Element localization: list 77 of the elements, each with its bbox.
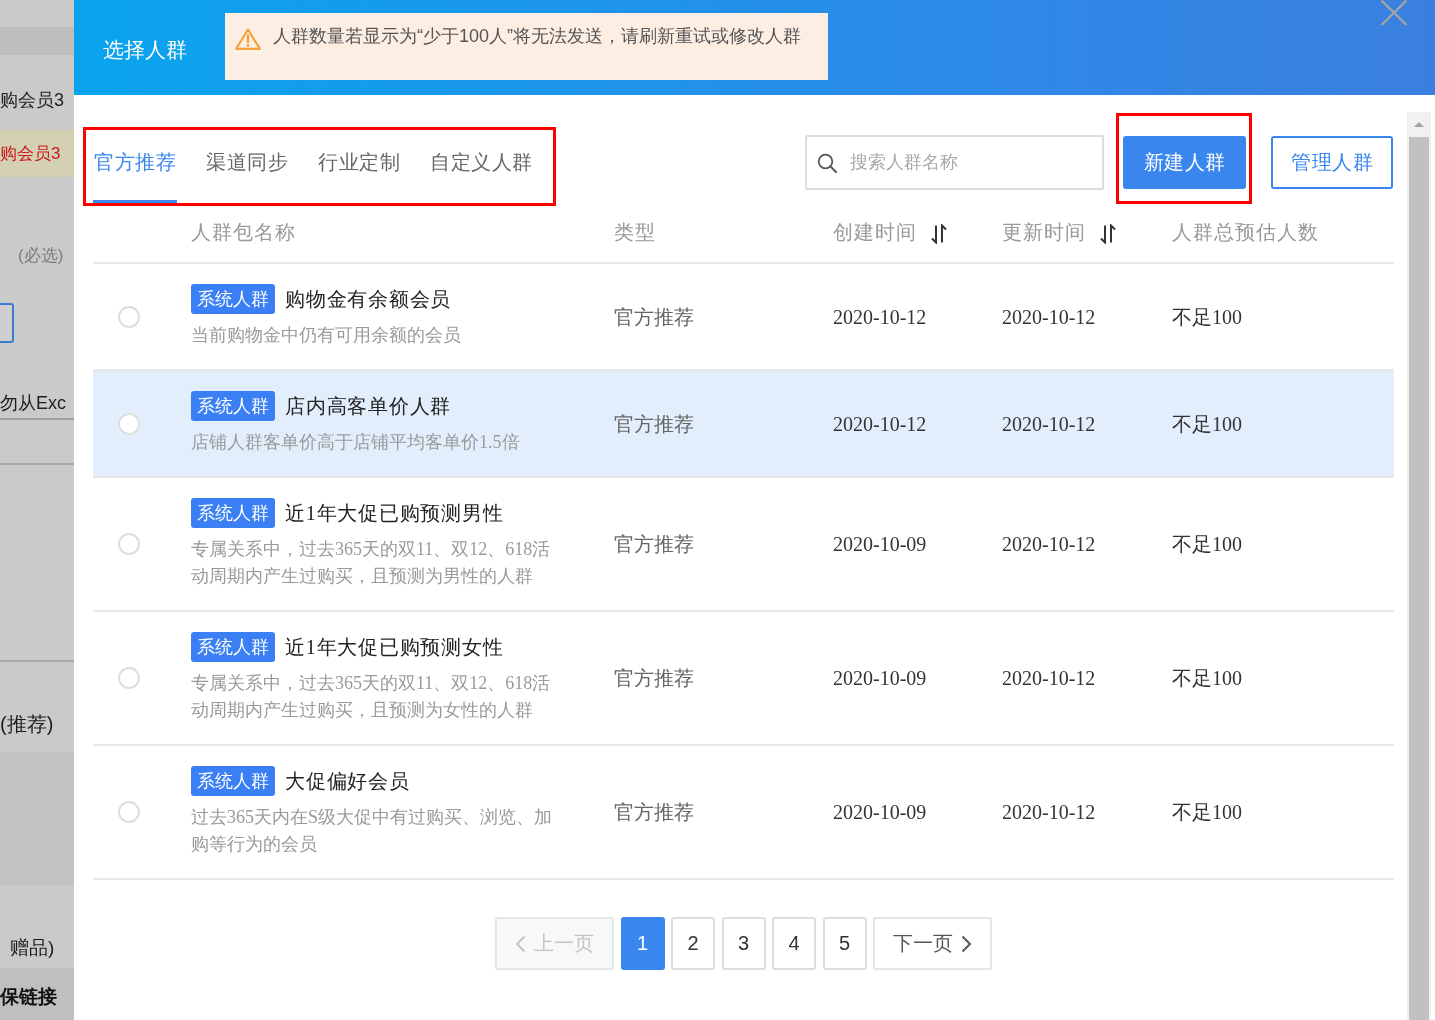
type-text: 官方推荐 [614, 800, 694, 825]
chevron-left-icon [515, 934, 526, 953]
audience-name: 购物金有余额会员 [285, 286, 451, 312]
tab[interactable]: 渠道同步 [205, 130, 289, 203]
radio-button[interactable] [118, 533, 140, 555]
updated-date: 2020-10-12 [1002, 666, 1096, 691]
radio-button[interactable] [118, 801, 140, 823]
category-tag: 系统人群 [191, 632, 275, 662]
type-text: 官方推荐 [614, 411, 694, 437]
created-date: 2020-10-09 [833, 666, 927, 691]
radio-button[interactable] [118, 305, 140, 328]
table-row[interactable]: 系统人群 店内高客单价人群 店铺人群客单价高于店铺平均客单价1.5倍 官方推荐 2020-10-12 2020-10-12 不足100 [93, 371, 1394, 478]
estimated-count: 不足100 [1172, 532, 1242, 557]
category-tag: 系统人群 [191, 498, 275, 528]
type-text: 官方推荐 [614, 304, 694, 330]
background-bold-bar: 保链接 [0, 968, 74, 1020]
estimated-count: 不足100 [1172, 800, 1242, 825]
page-button[interactable]: 5 [822, 917, 867, 970]
audience-name: 近1年大促已购预测女性 [285, 634, 504, 660]
background-text: 购会员3 [0, 89, 64, 112]
audience-description: 店铺人群客单价高于店铺平均客单价1.5倍 [191, 431, 521, 454]
estimated-count: 不足100 [1172, 304, 1242, 330]
page-button[interactable]: 4 [772, 917, 816, 970]
chevron-right-icon [961, 934, 972, 953]
column-header: 人群包名称 [191, 220, 296, 245]
updated-date: 2020-10-12 [1002, 304, 1096, 330]
created-date: 2020-10-09 [833, 532, 927, 557]
close-button[interactable] [1380, 0, 1408, 26]
radio-button[interactable] [118, 667, 140, 689]
audience-description: 当前购物金中仍有可用余额的会员 [191, 324, 462, 347]
manage-groups-button[interactable]: 管理人群 [1271, 136, 1393, 189]
scrollbar-thumb[interactable] [1409, 137, 1429, 1020]
page-button[interactable]: 2 [671, 917, 715, 970]
page-button[interactable]: 1 [620, 917, 665, 970]
category-tag: 系统人群 [191, 391, 275, 421]
column-header: 类型 [614, 220, 656, 245]
audience-name: 近1年大促已购预测男性 [285, 500, 504, 526]
warning-icon [235, 28, 261, 50]
close-icon [1380, 0, 1408, 26]
warning-notice: 人群数量若显示为“少于100人”将无法发送，请刷新重试或修改人群 [225, 13, 828, 80]
new-group-button[interactable]: 新建人群 [1123, 136, 1246, 189]
updated-date: 2020-10-12 [1002, 411, 1096, 437]
tab[interactable]: 自定义人群 [429, 130, 534, 203]
search-icon [817, 153, 837, 173]
audience-description: 专属关系中，过去365天的双11、双12、618活动周期内产生过购买，且预测为男性的人群 [191, 538, 552, 588]
dialog-title: 选择人群 [103, 37, 187, 63]
tab[interactable]: 官方推荐 [93, 130, 177, 203]
background-text: (推荐) [0, 712, 54, 737]
audience-name: 大促偏好会员 [285, 768, 410, 794]
background-text: 赠品) [10, 936, 55, 960]
type-text: 官方推荐 [614, 532, 694, 557]
page-button[interactable]: 3 [721, 917, 766, 970]
scrollbar[interactable] [1407, 112, 1431, 1020]
created-date: 2020-10-12 [833, 411, 927, 437]
column-header: 创建时间 [833, 220, 917, 245]
background-warning-banner: 购会员3 [0, 130, 74, 177]
column-header: 更新时间 [1002, 220, 1086, 245]
updated-date: 2020-10-12 [1002, 532, 1096, 557]
audience-name: 店内高客单价人群 [285, 393, 451, 419]
category-tag: 系统人群 [191, 284, 275, 314]
category-tag: 系统人群 [191, 766, 275, 796]
audience-description: 专属关系中，过去365天的双11、双12、618活动周期内产生过购买，且预测为女性的人群 [191, 672, 552, 722]
updated-date: 2020-10-12 [1002, 800, 1096, 825]
type-text: 官方推荐 [614, 666, 694, 691]
estimated-count: 不足100 [1172, 666, 1242, 691]
background-hint-text: (必选) [18, 245, 64, 267]
sort-icon[interactable] [1100, 224, 1116, 244]
audience-description: 过去365天内在S级大促中有过购买、浏览、加购等行为的会员 [191, 806, 553, 856]
radio-button[interactable] [118, 412, 140, 435]
column-header: 人群总预估人数 [1172, 220, 1319, 245]
next-page-button[interactable]: 下一页 [873, 917, 992, 970]
created-date: 2020-10-12 [833, 304, 927, 330]
estimated-count: 不足100 [1172, 411, 1242, 437]
search-field[interactable]: 搜索人群名称 [805, 135, 1104, 190]
sort-icon[interactable] [931, 224, 947, 244]
created-date: 2020-10-09 [833, 800, 927, 825]
tab[interactable]: 行业定制 [317, 130, 401, 203]
